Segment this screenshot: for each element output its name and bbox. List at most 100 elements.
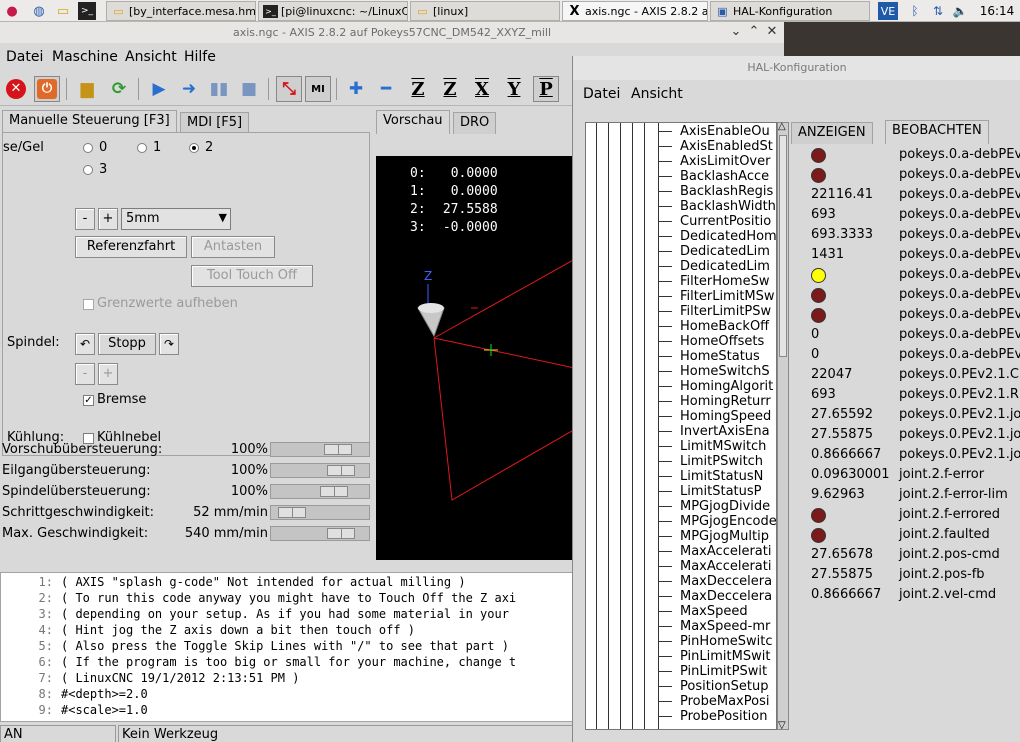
watch-name[interactable]: joint.2.faulted	[899, 527, 990, 542]
watch-name[interactable]: pokeys.0.a-debPEv	[899, 247, 1020, 262]
watch-name[interactable]: pokeys.0.a-debPEv	[899, 267, 1020, 282]
tree-item[interactable]: HomingSpeed	[657, 409, 771, 424]
tree-item[interactable]: FilterHomeSw	[657, 274, 769, 289]
tree-item[interactable]: LimitMSwitch	[657, 439, 766, 454]
tree-item[interactable]: PositionSetup	[657, 679, 768, 694]
tree-item[interactable]: BacklashAcce	[657, 169, 769, 184]
tree-item[interactable]: DedicatedLim	[658, 259, 770, 274]
brake-checkbox[interactable]: ✓	[83, 395, 94, 406]
estop-icon[interactable]: ✕	[3, 76, 29, 102]
tab-dro[interactable]: DRO	[453, 112, 497, 134]
watch-name[interactable]: pokeys.0.PEv2.1.C	[899, 367, 1019, 382]
menu-hilfe[interactable]: Hilfe	[184, 49, 216, 65]
run-icon[interactable]: ▶	[146, 76, 172, 102]
tree-item[interactable]: BacklashWidth	[658, 199, 776, 214]
tree-item[interactable]: PinLimitPSwit	[657, 664, 767, 679]
task-axis[interactable]: Xaxis.ngc - AXIS 2.8.2 auf...	[562, 1, 708, 21]
tree-item[interactable]: PinLimitMSwit	[657, 649, 770, 664]
watch-name[interactable]: pokeys.0.a-debPEv	[899, 147, 1020, 162]
tree-item[interactable]: PinHomeSwitc	[658, 634, 773, 649]
watch-name[interactable]: pokeys.0.PEv2.1.jo	[899, 407, 1020, 422]
view-p-icon[interactable]: P	[533, 76, 559, 102]
feed-override-slider[interactable]	[270, 442, 370, 457]
tree-item[interactable]: AxisLimitOver	[657, 154, 770, 169]
watch-name[interactable]: joint.2.f-errored	[899, 507, 1000, 522]
axis-radio-0[interactable]	[83, 143, 93, 153]
gcode-line[interactable]: 1: ( AXIS "splash g-code" Not intended fo…	[3, 575, 466, 589]
zoom-out-icon[interactable]: ━	[373, 76, 399, 102]
watch-name[interactable]: joint.2.vel-cmd	[899, 587, 996, 602]
tree-item[interactable]: HomeOffsets	[657, 334, 764, 349]
scroll-thumb[interactable]	[779, 135, 787, 357]
open-file-icon[interactable]: ▆	[74, 76, 100, 102]
task-linux-folder[interactable]: ▭ [linux]	[410, 1, 560, 21]
touch-off-button[interactable]: Antasten	[191, 236, 275, 258]
tree-item[interactable]: DedicatedLim	[658, 244, 770, 259]
watch-name[interactable]: joint.2.f-error	[899, 467, 984, 482]
gcode-line[interactable]: 9: #<scale>=1.0	[3, 703, 148, 717]
hal-title-bar[interactable]: HAL-Konfiguration	[573, 56, 1020, 80]
stop-icon[interactable]: ■	[236, 76, 262, 102]
tree-item[interactable]: LimitStatusP	[658, 484, 762, 499]
skip-lines-icon[interactable]: ⤡	[276, 76, 302, 102]
tree-item[interactable]: MaxDeccelera	[657, 589, 772, 604]
tree-item[interactable]: LimitStatusN	[657, 469, 763, 484]
hal-menu-ansicht[interactable]: Ansicht	[631, 86, 683, 102]
tree-item[interactable]: MaxDeccelera	[657, 574, 772, 589]
axis-title-bar[interactable]: axis.ngc - AXIS 2.8.2 auf Pokeys57CNC_DM…	[0, 22, 784, 43]
slider-thumb[interactable]	[320, 486, 348, 497]
menu-ansicht[interactable]: Ansicht	[125, 49, 177, 65]
gcode-line[interactable]: 7: ( LinuxCNC 19/1/2012 2:13:51 PM )	[3, 671, 300, 685]
watch-name[interactable]: joint.2.f-error-lim	[899, 487, 1008, 502]
tree-item[interactable]: BacklashRegis	[657, 184, 773, 199]
tree-item[interactable]: HomingAlgorit	[657, 379, 773, 394]
gcode-listing[interactable]: 1: ( AXIS "splash g-code" Not intended fo…	[0, 572, 584, 722]
volume-icon[interactable]: 🔈	[952, 2, 968, 20]
minimize-icon[interactable]: ⌄	[728, 24, 744, 40]
tab-mdi[interactable]: MDI [F5]	[180, 112, 250, 134]
view-x-icon[interactable]: X	[469, 76, 495, 102]
raspberry-menu-icon[interactable]: ●	[3, 2, 21, 20]
vnc-icon[interactable]: VE	[878, 2, 898, 20]
jog-speed-slider[interactable]	[270, 505, 370, 520]
tree-item[interactable]: LimitPSwitch	[657, 454, 763, 469]
tab-manual[interactable]: Manuelle Steuerung [F3]	[2, 110, 177, 134]
terminal-icon[interactable]: >_	[78, 2, 96, 20]
watch-name[interactable]: pokeys.0.a-debPEv	[899, 327, 1020, 342]
reload-icon[interactable]: ⟳	[106, 76, 132, 102]
watch-name[interactable]: pokeys.0.PEv2.1.R	[899, 387, 1019, 402]
tree-item[interactable]: ProbePosition	[658, 709, 768, 724]
tree-item[interactable]: MPGjogEncode	[658, 514, 776, 529]
watch-name[interactable]: pokeys.0.a-debPEv	[899, 207, 1020, 222]
task-mesa-folder[interactable]: ▭ [by_interface.mesa.hm2...	[106, 1, 256, 21]
gcode-line[interactable]: 6: ( If the program is too big or small f…	[3, 655, 517, 669]
tree-item[interactable]: ProbeMaxPosi	[657, 694, 769, 709]
tree-item[interactable]: AxisEnabledSt	[658, 139, 773, 154]
tree-item[interactable]: CurrentPositio	[657, 214, 771, 229]
spindle-stop-button[interactable]: Stopp	[98, 333, 156, 355]
watch-name[interactable]: joint.2.pos-fb	[899, 567, 985, 582]
slider-thumb[interactable]	[278, 507, 306, 518]
tab-beobachten[interactable]: BEOBACHTEN	[885, 120, 989, 144]
tree-item[interactable]: MaxAccelerati	[657, 544, 771, 559]
tab-preview[interactable]: Vorschau	[376, 110, 450, 134]
watch-name[interactable]: pokeys.0.a-debPEv	[899, 187, 1020, 202]
axis-radio-1[interactable]	[137, 143, 147, 153]
watch-name[interactable]: pokeys.0.a-debPEv	[899, 167, 1020, 182]
menu-datei[interactable]: Datei	[6, 49, 43, 65]
override-limits-checkbox[interactable]	[83, 299, 94, 310]
tree-item[interactable]: MaxAccelerati	[657, 559, 771, 574]
tree-item[interactable]: FilterLimitPSw	[657, 304, 771, 319]
watch-name[interactable]: pokeys.0.PEv2.1.jo	[899, 427, 1020, 442]
axis-radio-3[interactable]	[83, 165, 93, 175]
slider-thumb[interactable]	[324, 444, 352, 455]
view-z-icon[interactable]: Z	[405, 76, 431, 102]
watch-name[interactable]: pokeys.0.a-debPEv	[899, 287, 1020, 302]
axis-radio-2[interactable]	[189, 143, 199, 153]
spindle-slower-button[interactable]: -	[75, 363, 95, 385]
increment-select[interactable]: 5mm ▼	[121, 208, 231, 230]
view-y-icon[interactable]: Y	[501, 76, 527, 102]
tree-item[interactable]: HomeBackOff	[657, 319, 769, 334]
clock[interactable]: 16:14	[980, 2, 1015, 20]
tree-item[interactable]: MPGjogMultip	[658, 529, 769, 544]
